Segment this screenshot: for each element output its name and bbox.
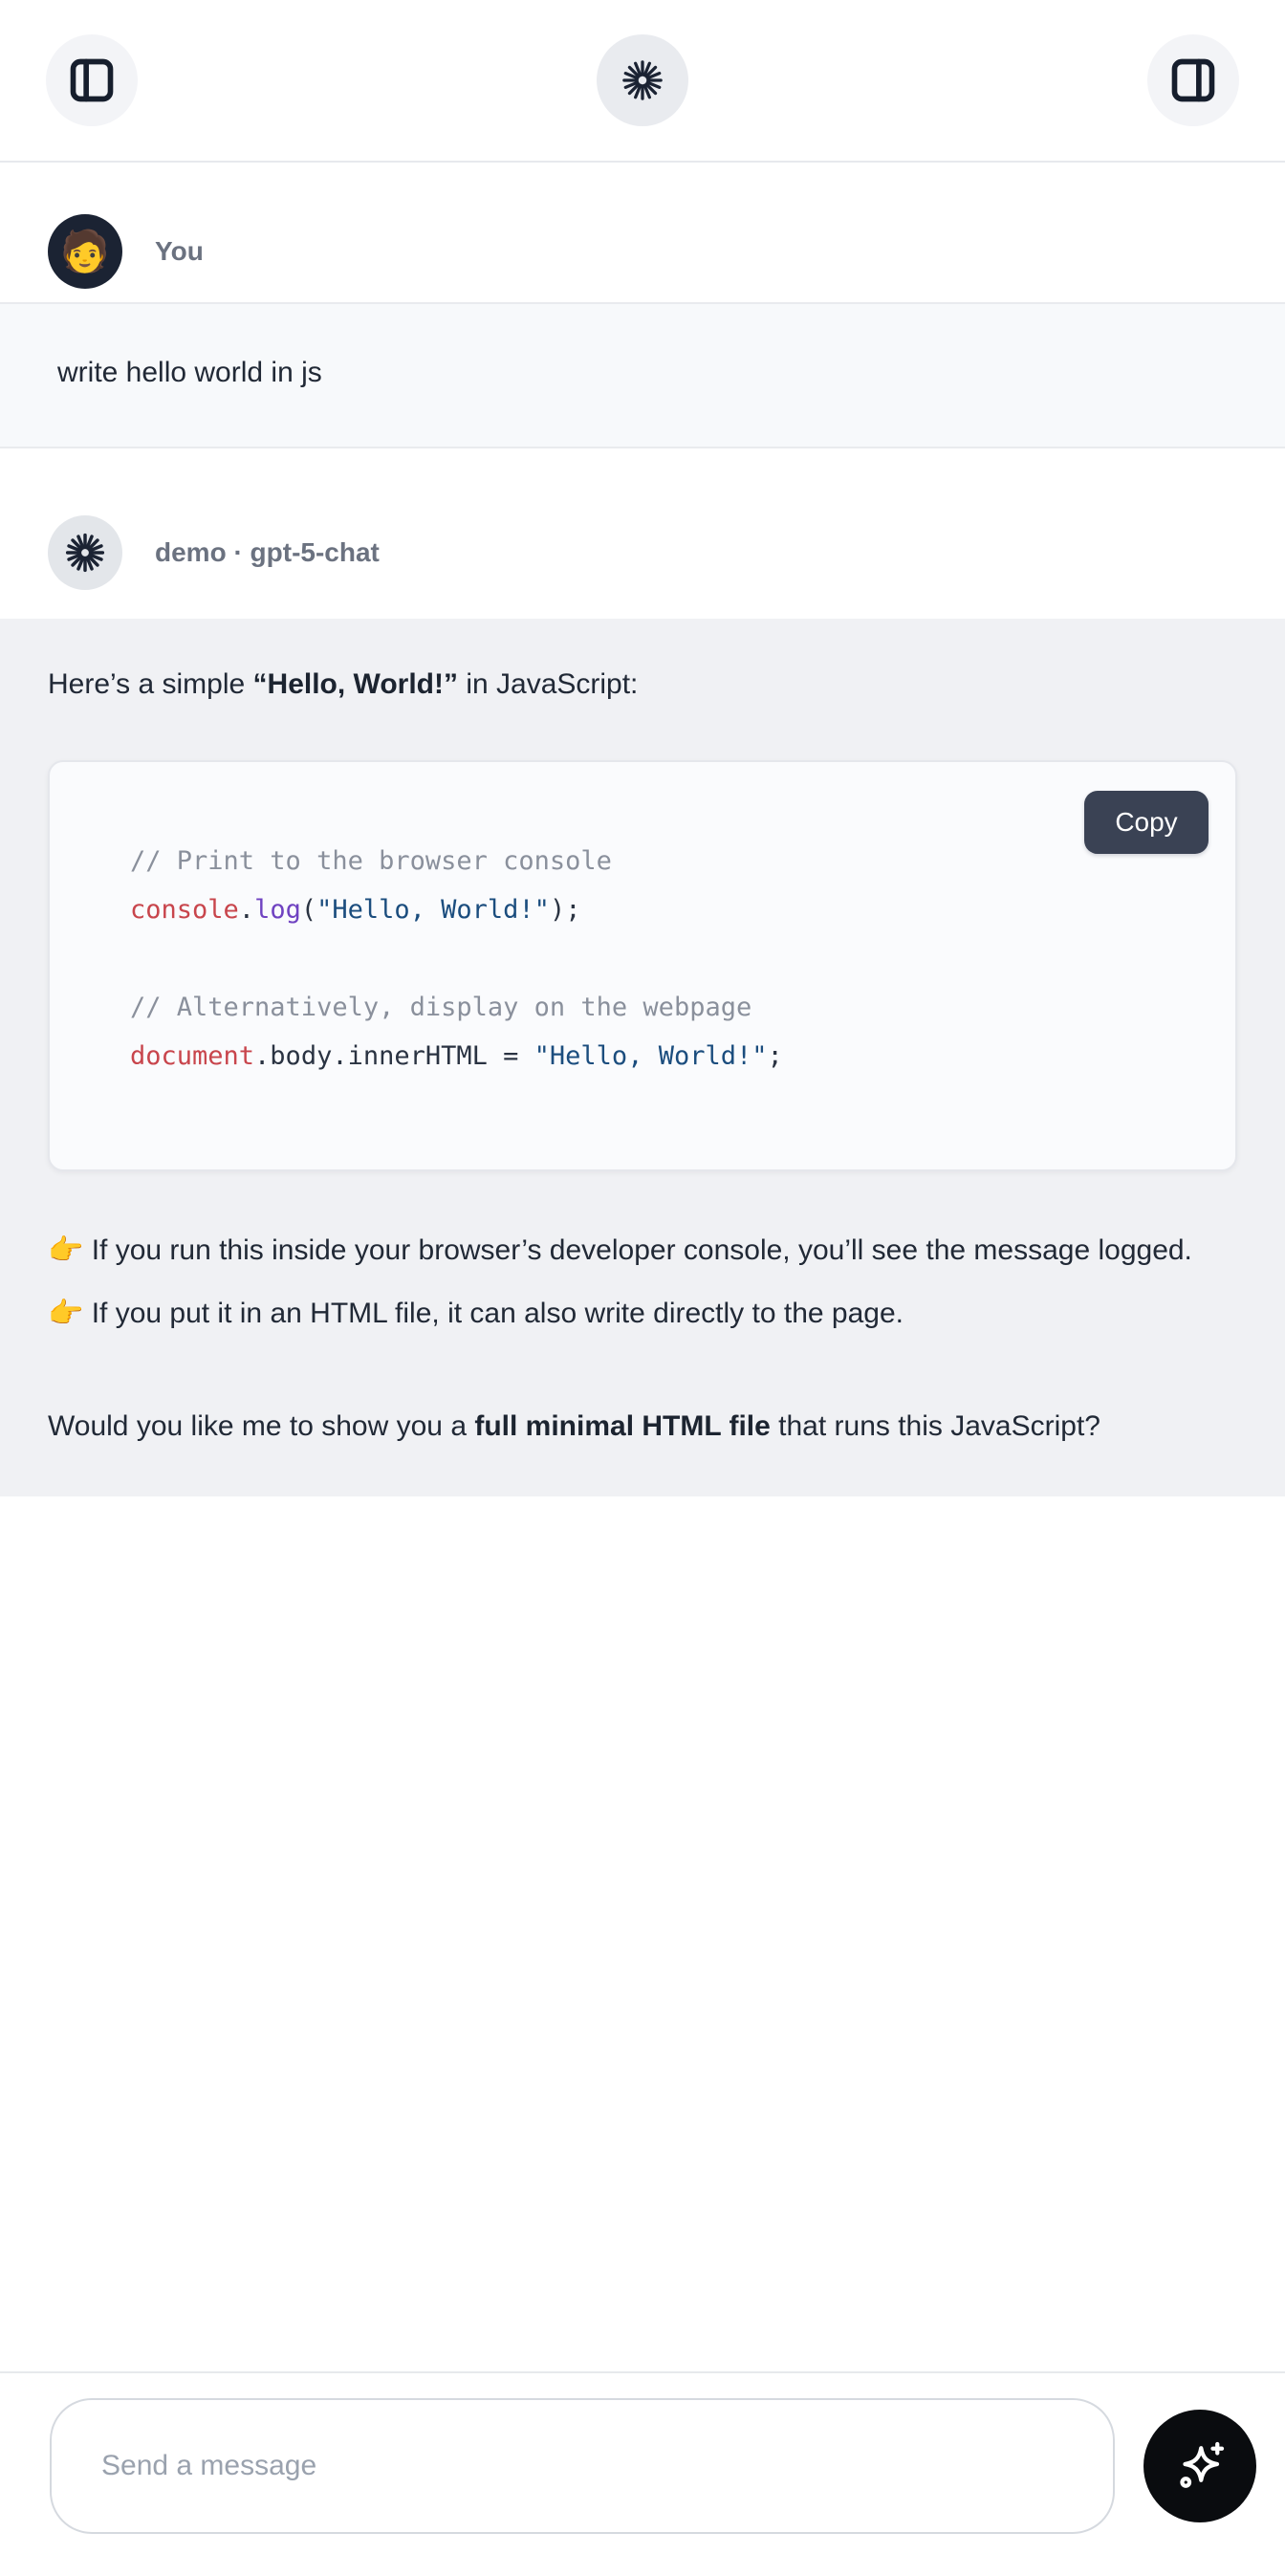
user-avatar-emoji: 🧑: [60, 231, 110, 272]
code-block: Copy // Print to the browser console con…: [48, 760, 1237, 1171]
assistant-avatar: [48, 515, 122, 590]
assistant-sender-label: demo · gpt-5-chat: [155, 537, 380, 568]
tip-line: 👉 If you put it in an HTML file, it can …: [48, 1298, 904, 1329]
composer: [0, 2371, 1285, 2576]
assistant-sender-row: demo · gpt-5-chat: [0, 515, 1285, 590]
intro-pre: Here’s a simple: [48, 668, 253, 700]
user-message: 🧑 You write hello world in js: [0, 214, 1285, 448]
intro-bold: “Hello, World!”: [253, 668, 458, 700]
chat-app: 🧑 You write hello world in js: [0, 0, 1285, 2576]
assistant-message: demo · gpt-5-chat Here’s a simple “Hello…: [0, 515, 1285, 1496]
question-paragraph: Would you like me to show you a full min…: [48, 1395, 1237, 1458]
user-message-bubble: write hello world in js: [0, 302, 1285, 448]
user-avatar: 🧑: [48, 214, 122, 289]
intro-paragraph: Here’s a simple “Hello, World!” in JavaS…: [48, 653, 1237, 716]
question-bold: full minimal HTML file: [474, 1410, 770, 1442]
starburst-icon: [64, 532, 106, 574]
user-sender-row: 🧑 You: [0, 214, 1285, 289]
tips-paragraph: 👉 If you run this inside your browser’s …: [48, 1219, 1237, 1345]
copy-button[interactable]: Copy: [1084, 791, 1209, 854]
panel-right-icon: [1168, 55, 1218, 105]
tip-line: 👉 If you run this inside your browser’s …: [48, 1234, 1192, 1266]
right-panel-toggle-button[interactable]: [1147, 34, 1239, 126]
message-input[interactable]: [50, 2398, 1115, 2534]
question-post: that runs this JavaScript?: [771, 1410, 1100, 1442]
chat-thread: 🧑 You write hello world in js: [0, 214, 1285, 1496]
send-button[interactable]: [1143, 2410, 1256, 2522]
sparkle-icon: [1171, 2437, 1229, 2495]
assistant-message-body: Here’s a simple “Hello, World!” in JavaS…: [0, 619, 1285, 1496]
intro-post: in JavaScript:: [458, 668, 638, 700]
starburst-icon: [621, 58, 664, 102]
top-bar: [0, 0, 1285, 163]
user-message-text: write hello world in js: [57, 357, 322, 389]
user-sender-label: You: [155, 236, 204, 267]
model-menu-button[interactable]: [597, 34, 688, 126]
question-pre: Would you like me to show you a: [48, 1410, 474, 1442]
sidebar-toggle-button[interactable]: [46, 34, 138, 126]
code-content: // Print to the browser console console.…: [50, 762, 1235, 1081]
panel-left-icon: [67, 55, 117, 105]
